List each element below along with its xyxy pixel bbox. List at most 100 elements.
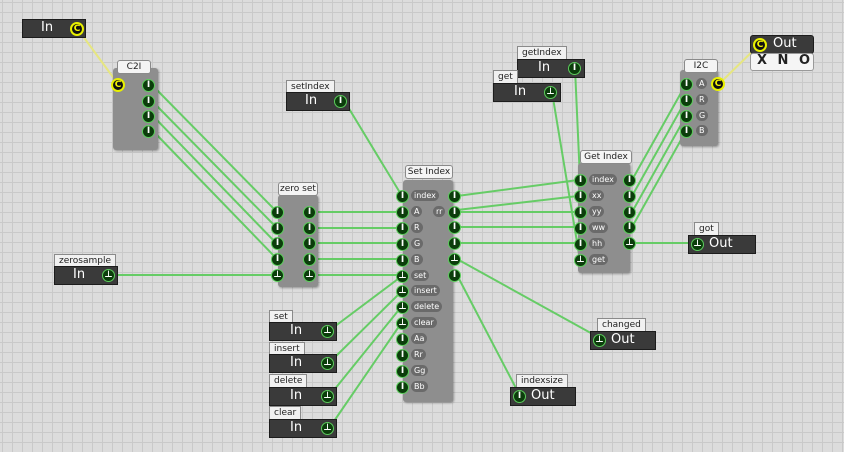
setindex-in-box[interactable]: In I [286,92,350,111]
got-out-port[interactable]: ⊥ [691,238,704,251]
c2i-out-b-port[interactable]: I [142,125,155,138]
set-index-out-port[interactable]: I [448,206,461,219]
set-index-out-port[interactable]: I [448,237,461,250]
set-index-in-port[interactable]: I [396,333,409,347]
set-index-in-port[interactable]: I [396,349,409,362]
get-index-in-port[interactable]: ⊥ [574,253,587,267]
clear-title: clear [269,406,302,420]
delete-in-label: In [290,388,303,403]
changed-out-port[interactable]: ⊥ [593,334,606,347]
zero-set-trigger-out-port[interactable]: ⊥ [303,269,316,282]
get-index-in-port[interactable]: I [574,221,587,235]
delete-title: delete [269,374,308,388]
set-index-in-port[interactable]: I [396,364,409,378]
get-index-input-label: ww [589,221,609,233]
set-index-in-port[interactable]: I [396,190,409,203]
set-index-out-port[interactable]: I [448,221,461,234]
wire-setindex-index [344,101,403,197]
zero-set-in-port[interactable]: I [271,222,284,235]
zero-set-in-port[interactable]: I [271,237,284,250]
set-index-changed-port[interactable]: ⊥ [448,253,461,266]
set-index-out-port[interactable]: I [448,190,461,203]
wire-changed [456,258,599,338]
get-in-port[interactable]: ⊥ [544,86,557,99]
get-index-out-port[interactable]: I [623,174,636,187]
get-title: get [493,70,518,84]
zero-set-out-port[interactable]: I [303,206,316,219]
i2c-in-b-port[interactable]: I [680,125,693,138]
clear-in-box[interactable]: In ⊥ [269,419,337,438]
setindex-in-label: In [305,93,318,108]
c2i-out-r-port[interactable]: I [142,95,155,108]
zero-set-out-port[interactable]: I [303,237,316,250]
get-index-in-port[interactable]: I [574,174,587,187]
changed-out-box[interactable]: ⊥ Out [590,331,656,350]
zero-set-in-port[interactable]: I [271,206,284,219]
set-index-in-port[interactable]: I [396,205,409,219]
set-index-input-label: insert [411,285,440,297]
zero-set-trigger-port[interactable]: ⊥ [271,269,284,282]
delete-in-box[interactable]: In ⊥ [269,387,337,406]
set-index-input-label: index [411,190,439,201]
zerosample-in-box[interactable]: In ⊥ [54,266,118,285]
c2i-out-a-port[interactable]: I [142,79,155,92]
setindex-in-port[interactable]: I [334,95,347,108]
set-index-title: Set Index [405,165,453,179]
getindex-in-box[interactable]: In I [517,59,585,78]
set-in-port[interactable]: ⊥ [321,325,334,338]
color-in-box[interactable]: In C [22,19,86,38]
insert-in-label: In [290,355,303,370]
c2i-out-g-port[interactable]: I [142,110,155,123]
c2i-color-port[interactable]: C [111,78,125,92]
set-index-size-port[interactable]: I [448,269,461,282]
color-in-port[interactable]: C [70,22,84,36]
got-out-box[interactable]: ⊥ Out [688,235,756,254]
got-title: got [694,222,719,236]
get-index-out-port[interactable]: I [623,190,636,203]
get-in-box[interactable]: In ⊥ [493,83,561,102]
i2c-in-r-port[interactable]: I [680,94,693,107]
get-in-label: In [514,84,527,99]
insert-in-box[interactable]: In ⊥ [269,354,337,373]
zero-set-out-port[interactable]: I [303,222,316,235]
zero-set-title: zero set [278,182,318,196]
delete-in-port[interactable]: ⊥ [321,390,334,403]
set-index-in-port[interactable]: ⊥ [396,269,409,283]
clear-in-port[interactable]: ⊥ [321,422,334,435]
getindex-in-label: In [538,60,551,75]
zero-set-out-port[interactable]: I [303,253,316,266]
indexsize-out-box[interactable]: I Out [510,387,576,406]
set-in-label: In [290,323,303,338]
set-index-in-port[interactable]: I [396,221,409,235]
i2c-color-port[interactable]: C [711,77,725,91]
zero-set-in-port[interactable]: I [271,253,284,266]
indexsize-title: indexsize [516,374,569,388]
insert-in-port[interactable]: ⊥ [321,357,334,370]
get-index-got-port[interactable]: ⊥ [623,237,636,250]
getindex-in-port[interactable]: I [568,62,581,75]
color-out-box[interactable]: C Out [750,35,814,54]
get-index-input-label: index [589,174,617,185]
color-out-xno[interactable]: X N O [757,53,813,68]
i2c-pin-b: B [696,125,708,136]
get-index-out-port[interactable]: I [623,221,636,234]
set-index-input-label: Aa [411,333,428,345]
set-index-in-port[interactable]: I [396,253,409,267]
color-in-label: In [41,20,54,35]
set-index-in-port[interactable]: I [396,237,409,251]
set-index-input-label: set [411,269,430,281]
get-index-in-port[interactable]: I [574,205,587,219]
set-index-in-port[interactable]: I [396,380,409,394]
indexsize-out-port[interactable]: I [513,390,526,403]
i2c-in-g-port[interactable]: I [680,110,693,123]
set-index-input-label: Bb [411,380,428,392]
get-index-in-port[interactable]: I [574,237,587,251]
get-index-out-port[interactable]: I [623,206,636,219]
color-out-port[interactable]: C [753,38,767,52]
zerosample-in-port[interactable]: ⊥ [102,269,115,282]
wire-indexsize [456,274,519,393]
get-index-in-port[interactable]: I [574,189,587,203]
set-in-box[interactable]: In ⊥ [269,322,337,341]
i2c-in-a-port[interactable]: I [680,78,693,91]
c2i-title: C2I [117,60,151,74]
